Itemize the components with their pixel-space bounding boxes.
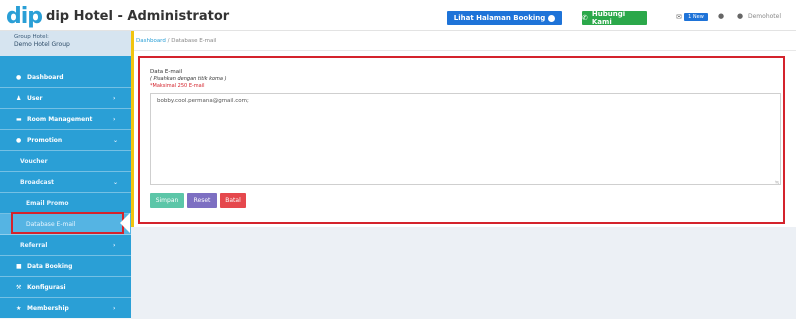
sidebar-item-broadcast[interactable]: Broadcast ⌄ xyxy=(0,172,131,193)
chevron-right-icon: › xyxy=(113,242,116,249)
sidebar-item-referral[interactable]: Referral › xyxy=(0,235,131,256)
app-title: dip Hotel - Administrator xyxy=(46,8,230,24)
sidebar-item-voucher[interactable]: Voucher xyxy=(0,151,131,172)
phone-icon: ✆ xyxy=(582,14,588,22)
sidebar-item-data-booking[interactable]: ■ Data Booking xyxy=(0,256,131,277)
sidebar-item-membership[interactable]: ★ Membership › xyxy=(0,298,131,319)
sidebar-item-label: Referral xyxy=(20,241,48,249)
sidebar-item-label: Voucher xyxy=(20,157,48,165)
dashboard-icon: ● xyxy=(16,73,22,81)
sidebar-item-user[interactable]: ♟ User › xyxy=(0,88,131,109)
booking-button-label: Lihat Halaman Booking xyxy=(453,14,546,22)
group-name: Demo Hotel Group xyxy=(14,41,70,48)
sidebar-item-email-promo[interactable]: Email Promo xyxy=(0,193,131,214)
sidebar-highlight-box xyxy=(11,212,124,234)
sidebar: Group Hotel: Demo Hotel Group ● Dashboar… xyxy=(0,31,131,319)
booking-icon: ■ xyxy=(16,262,22,270)
sidebar-item-label: Konfigurasi xyxy=(27,283,66,291)
chat-icon[interactable]: ● xyxy=(737,12,743,20)
sidebar-item-promotion[interactable]: ● Promotion ⌄ xyxy=(0,130,131,151)
group-label: Group Hotel: xyxy=(14,34,49,40)
arrow-circle-icon xyxy=(548,14,556,22)
sidebar-item-dashboard[interactable]: ● Dashboard xyxy=(0,67,131,88)
form-highlight-box xyxy=(138,56,785,224)
sidebar-item-room-management[interactable]: ▬ Room Management › xyxy=(0,109,131,130)
chevron-right-icon: › xyxy=(113,305,116,312)
sidebar-item-label: User xyxy=(27,94,43,102)
sidebar-item-label: Dashboard xyxy=(27,73,64,81)
promotion-icon: ● xyxy=(16,136,22,144)
chevron-down-icon: ⌄ xyxy=(113,179,119,186)
sidebar-item-label: Broadcast xyxy=(20,178,55,186)
sidebar-item-label: Promotion xyxy=(27,136,63,144)
chevron-down-icon: ⌄ xyxy=(113,137,119,144)
breadcrumb-current: Database E-mail xyxy=(171,38,217,44)
sidebar-item-label: Data Booking xyxy=(27,262,73,270)
config-icon: ⚒ xyxy=(16,283,22,291)
room-icon: ▬ xyxy=(16,115,22,123)
active-pointer xyxy=(120,213,130,233)
sidebar-menu: ● Dashboard ♟ User › ▬ Room Management ›… xyxy=(0,67,131,319)
contact-us-button[interactable]: ✆ Hubungi Kami xyxy=(582,10,647,26)
sidebar-item-label: Email Promo xyxy=(26,199,69,207)
chevron-right-icon: › xyxy=(113,95,116,102)
hotel-group-box: Group Hotel: Demo Hotel Group xyxy=(0,31,131,56)
top-bar: dip dip Hotel - Administrator Lihat Hala… xyxy=(0,0,796,31)
user-icon[interactable]: ● xyxy=(718,12,724,20)
user-icon: ♟ xyxy=(16,94,22,102)
sidebar-item-label: Room Management xyxy=(27,115,93,123)
sidebar-item-konfigurasi[interactable]: ⚒ Konfigurasi xyxy=(0,277,131,298)
logo-mark: dip xyxy=(6,3,43,29)
breadcrumb-separator: / xyxy=(167,38,170,44)
breadcrumb: Dashboard / Database E-mail xyxy=(134,31,796,51)
membership-icon: ★ xyxy=(16,304,22,312)
breadcrumb-home[interactable]: Dashboard xyxy=(136,38,166,44)
mail-icon[interactable]: ✉ xyxy=(676,13,682,21)
contact-button-label: Hubungi Kami xyxy=(591,10,626,26)
new-badge[interactable]: 1 New xyxy=(684,13,708,21)
sidebar-item-label: Membership xyxy=(27,304,69,312)
chevron-right-icon: › xyxy=(113,116,116,123)
booking-page-button[interactable]: Lihat Halaman Booking xyxy=(447,11,562,25)
app-logo[interactable]: dip dip Hotel - Administrator xyxy=(6,3,229,29)
user-menu[interactable]: Demohotel xyxy=(748,13,781,20)
